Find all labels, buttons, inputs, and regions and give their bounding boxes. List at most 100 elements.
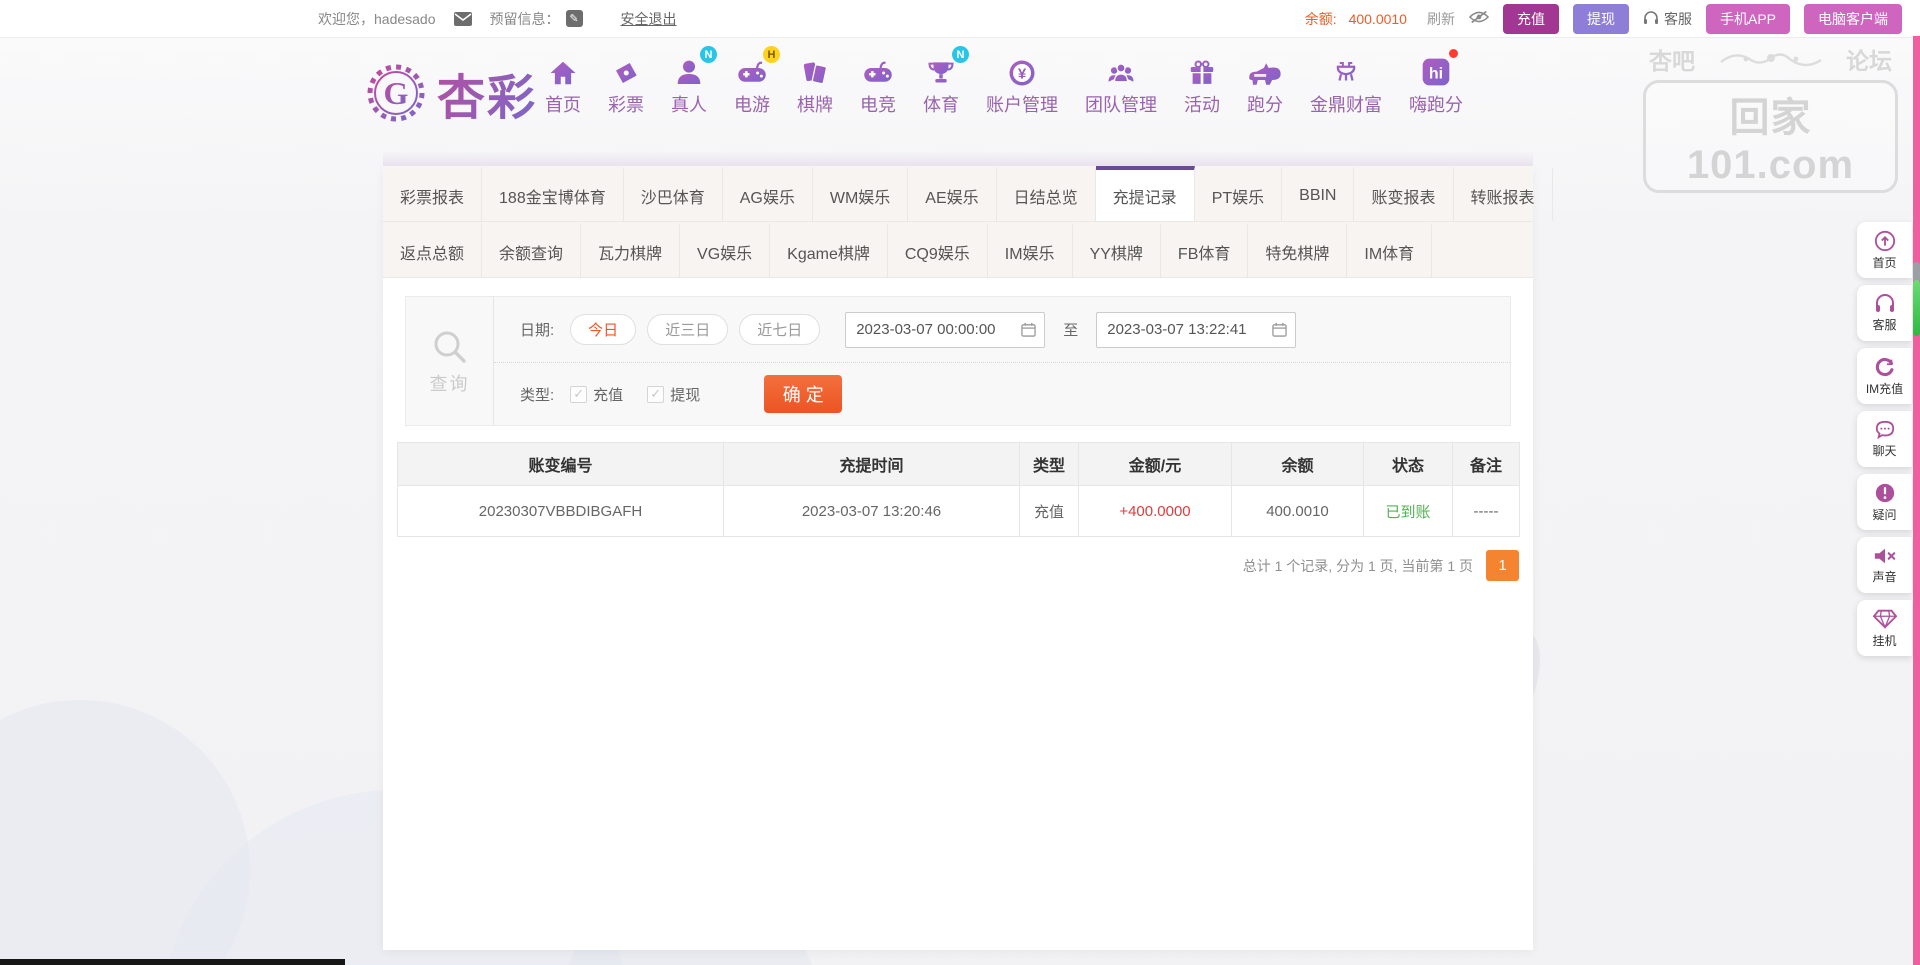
filter-panel: 查询 日期: 今日 近三日 近七日 2023-03-07 00:00:00 至 … [405, 296, 1511, 426]
nav-item-hipaofen[interactable]: hi 嗨跑分 [1409, 52, 1463, 117]
query-block: 查询 [406, 297, 494, 425]
nav-item-account[interactable]: ¥ 账户管理 [986, 52, 1058, 117]
nav-item-home[interactable]: 首页 [545, 52, 581, 117]
pc-client-button[interactable]: 电脑客户端 [1804, 4, 1902, 34]
gift-icon [1184, 52, 1220, 88]
nav-item-live[interactable]: N 真人 [671, 52, 707, 117]
nav-item-paofen[interactable]: 跑分 [1247, 52, 1283, 117]
tab-pt[interactable]: PT娱乐 [1195, 166, 1282, 221]
flourish-icon [1716, 46, 1826, 72]
cell-time: 2023-03-07 13:20:46 [724, 486, 1020, 536]
speaker-muted-icon [1873, 546, 1897, 566]
balance-label: 余额: [1305, 11, 1337, 27]
cell-remark: ----- [1453, 486, 1519, 536]
tab-rijie[interactable]: 日结总览 [997, 166, 1096, 221]
nav-item-esports[interactable]: 电竞 [860, 52, 896, 117]
tab-im-yule[interactable]: IM娱乐 [988, 222, 1073, 277]
date-from-input[interactable]: 2023-03-07 00:00:00 [845, 312, 1045, 348]
badge-hot: H [763, 46, 780, 63]
mobile-app-button[interactable]: 手机APP [1706, 4, 1790, 34]
date-to-input[interactable]: 2023-03-07 13:22:41 [1096, 312, 1296, 348]
envelope-icon[interactable] [454, 12, 472, 26]
service-link[interactable]: 客服 [1643, 9, 1692, 29]
col-header-amount: 金额/元 [1079, 443, 1232, 485]
page-1-button[interactable]: 1 [1486, 550, 1519, 581]
watermark-left: 杏吧 [1649, 42, 1695, 76]
tripod-vessel-icon [1328, 52, 1364, 88]
decor-bottom-strip [0, 959, 345, 965]
tab-yy[interactable]: YY棋牌 [1073, 222, 1161, 277]
tab-yue-chaxun[interactable]: 余额查询 [482, 222, 581, 277]
side-question[interactable]: 疑问 [1857, 474, 1912, 530]
eye-off-icon[interactable] [1469, 10, 1489, 27]
tab-temian[interactable]: 特免棋牌 [1248, 222, 1347, 277]
floating-sidebar: 首页 客服 IM充值 聊天 疑问 声音 挂机 [1857, 222, 1912, 656]
main-nav: 首页 彩票 N 真人 H 电游 棋牌 电竞 [545, 52, 1463, 117]
side-service[interactable]: 客服 [1857, 285, 1912, 341]
logo[interactable]: G 杏彩 [365, 58, 537, 128]
tab-ae[interactable]: AE娱乐 [908, 166, 996, 221]
gamepad-icon [860, 52, 896, 88]
checkbox-withdraw[interactable]: ✓ [647, 386, 664, 403]
nav-item-promo[interactable]: 活动 [1184, 52, 1220, 117]
tab-vg[interactable]: VG娱乐 [680, 222, 770, 277]
deposit-button[interactable]: 充值 [1503, 4, 1559, 34]
team-icon [1103, 52, 1139, 88]
side-chat[interactable]: 聊天 [1857, 411, 1912, 467]
side-im-recharge[interactable]: IM充值 [1857, 348, 1912, 404]
scrollbar-thumb-gray[interactable] [1913, 262, 1920, 282]
nav-item-sports[interactable]: N 体育 [923, 52, 959, 117]
logout-link[interactable]: 安全退出 [621, 9, 677, 29]
tab-chongti-jilu[interactable]: 充提记录 [1096, 166, 1195, 221]
calendar-icon[interactable] [1021, 322, 1036, 337]
nav-item-team[interactable]: 团队管理 [1085, 52, 1157, 117]
badge-new: N [700, 46, 717, 63]
logo-text: 杏彩 [437, 58, 537, 128]
to-separator: 至 [1063, 319, 1078, 340]
side-sound[interactable]: 声音 [1857, 537, 1912, 593]
nav-item-lottery[interactable]: 彩票 [608, 52, 644, 117]
tab-kgame[interactable]: Kgame棋牌 [770, 222, 888, 277]
calendar-icon[interactable] [1272, 322, 1287, 337]
col-header-remark: 备注 [1453, 443, 1519, 485]
side-home[interactable]: 首页 [1857, 222, 1912, 278]
tab-cq9[interactable]: CQ9娱乐 [888, 222, 988, 277]
dealer-icon: N [671, 52, 707, 88]
type-withdraw-option[interactable]: ✓ 提现 [647, 384, 700, 405]
tab-fb[interactable]: FB体育 [1161, 222, 1248, 277]
checkbox-deposit[interactable]: ✓ [570, 386, 587, 403]
tab-fandian[interactable]: 返点总额 [383, 222, 482, 277]
header: G 杏彩 首页 彩票 N 真人 H 电游 棋牌 [0, 38, 1920, 156]
nav-item-jinding[interactable]: 金鼎财富 [1310, 52, 1382, 117]
tab-zhuanzhang[interactable]: 转账报表 [1454, 166, 1553, 221]
nav-item-cards[interactable]: 棋牌 [797, 52, 833, 117]
tab-caipiao-baobiao[interactable]: 彩票报表 [383, 166, 482, 221]
scrollbar-track[interactable] [1913, 36, 1920, 965]
tab-wali[interactable]: 瓦力棋牌 [581, 222, 680, 277]
rhino-icon [1247, 52, 1283, 88]
svg-text:G: G [384, 75, 409, 111]
tab-wm[interactable]: WM娱乐 [813, 166, 908, 221]
scrollbar-thumb-green[interactable] [1913, 280, 1920, 336]
confirm-button[interactable]: 确 定 [764, 375, 842, 413]
type-deposit-option[interactable]: ✓ 充值 [570, 384, 623, 405]
date-label: 日期: [520, 319, 554, 340]
coin-yuan-icon: ¥ [1004, 52, 1040, 88]
tab-188-sport[interactable]: 188金宝博体育 [482, 166, 624, 221]
tab-ag[interactable]: AG娱乐 [723, 166, 813, 221]
tab-im-tiyu[interactable]: IM体育 [1347, 222, 1432, 277]
tab-bbin[interactable]: BBIN [1282, 166, 1354, 221]
range-7days[interactable]: 近七日 [739, 314, 820, 345]
side-idle[interactable]: 挂机 [1857, 600, 1912, 656]
tab-shaba-sport[interactable]: 沙巴体育 [624, 166, 723, 221]
nav-item-slots[interactable]: H 电游 [734, 52, 770, 117]
edit-pencil-icon[interactable]: ✎ [566, 10, 583, 27]
range-today[interactable]: 今日 [570, 314, 636, 345]
diamond-icon [1873, 608, 1897, 630]
tab-zhangbian[interactable]: 账变报表 [1354, 166, 1453, 221]
refresh-link[interactable]: 刷新 [1427, 9, 1455, 29]
withdraw-button[interactable]: 提现 [1573, 4, 1629, 34]
trophy-icon: N [923, 52, 959, 88]
topbar: 欢迎您，hadesado 预留信息： ✎ 安全退出 余额: 400.0010 刷… [0, 0, 1920, 38]
range-3days[interactable]: 近三日 [647, 314, 728, 345]
